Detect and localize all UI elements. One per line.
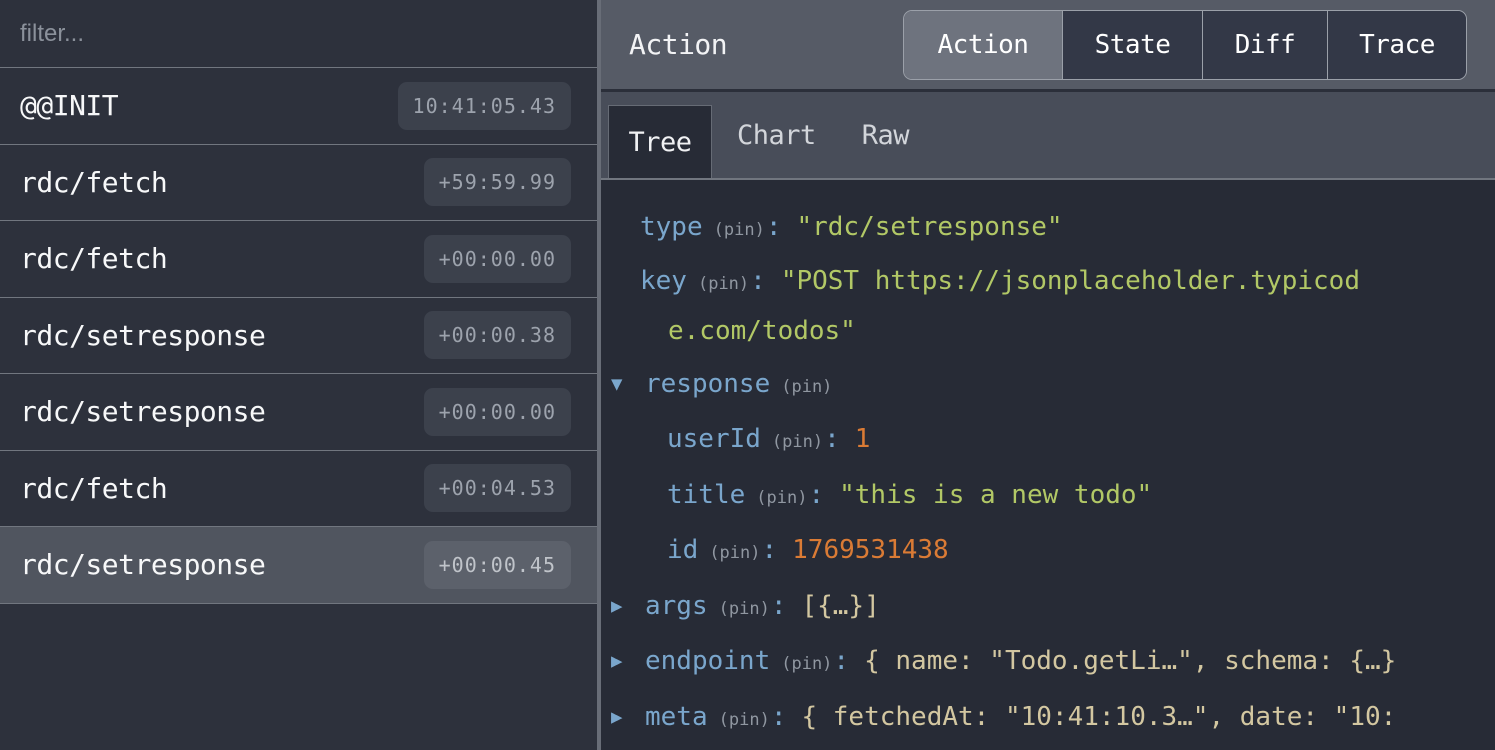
- colon: :: [771, 591, 787, 621]
- pin-label[interactable]: (pin): [772, 432, 823, 452]
- subtab-raw[interactable]: Raw: [862, 120, 909, 151]
- colon: :: [833, 646, 849, 676]
- inspector-panel: Action Action State Diff Trace Tree Char…: [601, 0, 1495, 750]
- filter-input[interactable]: [20, 20, 577, 48]
- collapse-arrow-icon[interactable]: ▼: [611, 357, 622, 413]
- tree-row-type: type (pin): "rdc/setresponse": [601, 200, 1495, 256]
- action-timestamp-badge: +00:00.45: [424, 541, 571, 589]
- colon: :: [771, 702, 787, 732]
- action-list-panel: @@INIT 10:41:05.43 rdc/fetch +59:59.99 r…: [0, 0, 601, 750]
- tree-value-string: "POST https://jsonplaceholder.typicod: [781, 266, 1360, 296]
- action-name: rdc/fetch: [20, 472, 167, 505]
- pin-label[interactable]: (pin): [709, 543, 760, 563]
- inspector-header: Action Action State Diff Trace: [601, 0, 1495, 92]
- action-row-init[interactable]: @@INIT 10:41:05.43: [0, 68, 597, 145]
- tree-key[interactable]: endpoint: [645, 646, 770, 676]
- pin-label[interactable]: (pin): [719, 599, 770, 619]
- pin-label[interactable]: (pin): [781, 654, 832, 674]
- tree-value-string: "this is a new todo": [839, 480, 1152, 510]
- tree-value-number: 1769531438: [792, 535, 949, 565]
- inspector-title: Action: [629, 28, 727, 61]
- tree-row-meta: ▶ meta (pin): { fetchedAt: "10:41:10.3…", …: [601, 690, 1495, 746]
- action-row-fetch-1[interactable]: rdc/fetch +59:59.99: [0, 145, 597, 222]
- tree-row-id: id (pin):1769531438: [601, 523, 1495, 579]
- action-row-fetch-2[interactable]: rdc/fetch +00:00.00: [0, 221, 597, 298]
- tree-key[interactable]: id: [667, 535, 698, 565]
- action-name: rdc/setresponse: [20, 395, 265, 428]
- action-timestamp-badge: 10:41:05.43: [398, 82, 571, 130]
- tree-value-preview: [{…}]: [801, 591, 879, 621]
- tree-value-line-wrap: e.com/todos": [640, 306, 1495, 357]
- tree-row-args: ▶ args (pin): [{…}]: [601, 579, 1495, 635]
- tab-action[interactable]: Action: [904, 11, 1062, 79]
- tree-key[interactable]: meta: [645, 702, 708, 732]
- action-timestamp-badge: +59:59.99: [424, 158, 571, 206]
- action-row-setresponse-3-selected[interactable]: rdc/setresponse +00:00.45: [0, 527, 597, 604]
- action-timestamp-badge: +00:00.38: [424, 311, 571, 359]
- tree-value-string: "rdc/setresponse": [796, 212, 1062, 242]
- action-name: rdc/setresponse: [20, 319, 265, 352]
- action-name: rdc/setresponse: [20, 548, 265, 581]
- colon: :: [766, 212, 782, 242]
- action-timestamp-badge: +00:04.53: [424, 464, 571, 512]
- tree-key[interactable]: type: [640, 212, 703, 242]
- tree-row-title: title (pin): "this is a new todo": [601, 468, 1495, 524]
- filter-row: [0, 0, 597, 68]
- tree-row-endpoint: ▶ endpoint (pin): { name: "Todo.getLi…", s…: [601, 634, 1495, 690]
- tree-key[interactable]: args: [645, 591, 708, 621]
- tab-state[interactable]: State: [1062, 11, 1202, 79]
- action-tree: type (pin): "rdc/setresponse" key (pin): "PO…: [601, 180, 1495, 750]
- tree-value-preview: { name: "Todo.getLi…", schema: {…}: [864, 646, 1396, 676]
- action-name: @@INIT: [20, 89, 118, 122]
- action-row-setresponse-2[interactable]: rdc/setresponse +00:00.00: [0, 374, 597, 451]
- tree-row-response: ▼ response (pin): [601, 357, 1495, 413]
- action-timestamp-badge: +00:00.00: [424, 235, 571, 283]
- tab-diff[interactable]: Diff: [1202, 11, 1327, 79]
- subtab-tree[interactable]: Tree: [608, 105, 712, 178]
- colon: :: [750, 266, 766, 296]
- action-name: rdc/fetch: [20, 242, 167, 275]
- colon: :: [824, 424, 840, 454]
- pin-label[interactable]: (pin): [719, 710, 770, 730]
- pin-label[interactable]: (pin): [714, 220, 765, 240]
- tab-trace[interactable]: Trace: [1327, 11, 1466, 79]
- action-name: rdc/fetch: [20, 166, 167, 199]
- tree-value-line: key (pin): "POST https://jsonplaceholder.t…: [640, 256, 1495, 307]
- tree-row-key: key (pin): "POST https://jsonplaceholder.t…: [601, 256, 1495, 357]
- inspector-tab-group: Action State Diff Trace: [903, 10, 1467, 80]
- action-timestamp-badge: +00:00.00: [424, 388, 571, 436]
- colon: :: [808, 480, 824, 510]
- tree-value-number: 1: [855, 424, 871, 454]
- pin-label[interactable]: (pin): [756, 488, 807, 508]
- action-row-fetch-3[interactable]: rdc/fetch +00:04.53: [0, 451, 597, 528]
- tree-key[interactable]: response: [645, 369, 770, 399]
- expand-arrow-icon[interactable]: ▶: [611, 579, 622, 635]
- tree-row-userid: userId (pin):1: [601, 412, 1495, 468]
- subtab-chart[interactable]: Chart: [737, 120, 816, 151]
- tree-value-preview: { fetchedAt: "10:41:10.3…", date: "10:: [801, 702, 1396, 732]
- expand-arrow-icon[interactable]: ▶: [611, 690, 622, 746]
- view-mode-bar: Tree Chart Raw: [601, 92, 1495, 180]
- tree-value-string: e.com/todos": [668, 316, 856, 346]
- tree-key[interactable]: title: [667, 480, 745, 510]
- pin-label[interactable]: (pin): [698, 274, 749, 294]
- colon: :: [762, 535, 778, 565]
- tree-key[interactable]: key: [640, 266, 687, 296]
- action-row-setresponse-1[interactable]: rdc/setresponse +00:00.38: [0, 298, 597, 375]
- pin-label[interactable]: (pin): [781, 377, 832, 397]
- expand-arrow-icon[interactable]: ▶: [611, 634, 622, 690]
- tree-key[interactable]: userId: [667, 424, 761, 454]
